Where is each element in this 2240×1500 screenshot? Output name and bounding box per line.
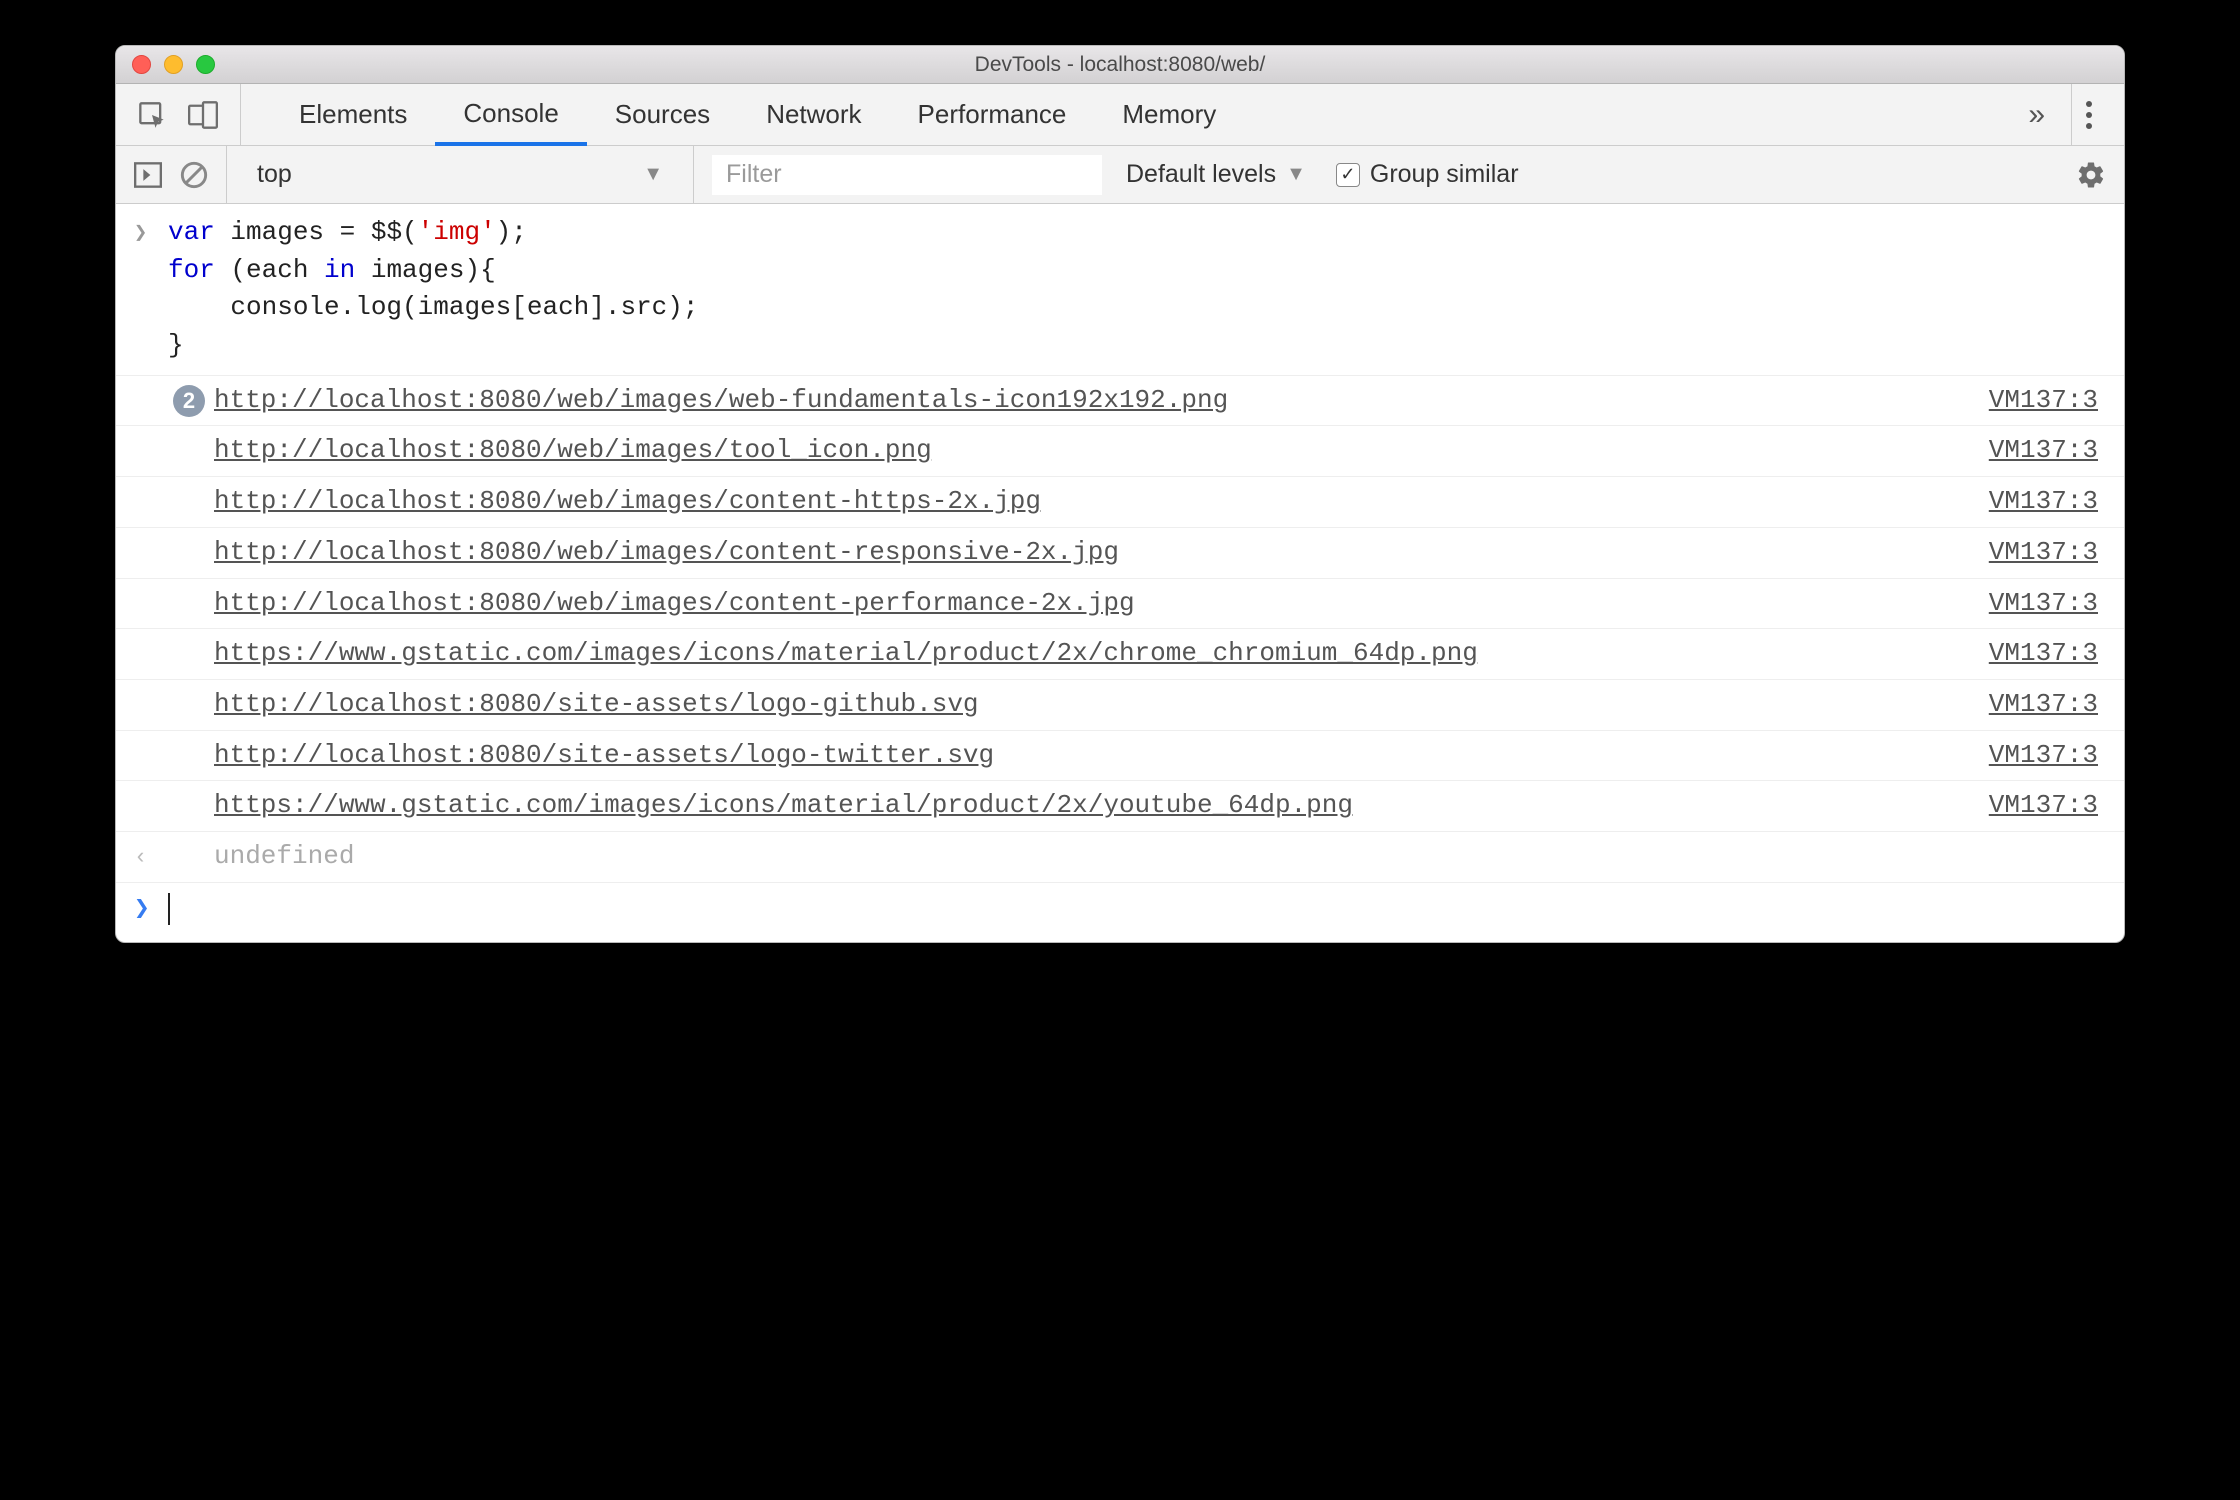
return-value: undefined — [210, 838, 2106, 876]
chevron-down-icon: ▼ — [1286, 163, 1306, 186]
log-source-link[interactable]: VM137:3 — [1989, 534, 2106, 572]
panel-tabs: ElementsConsoleSourcesNetworkPerformance… — [241, 84, 1994, 145]
tab-memory[interactable]: Memory — [1094, 84, 1244, 145]
console-settings-icon[interactable] — [2076, 160, 2106, 190]
code-snippet: var images = $$('img'); for (each in ima… — [168, 214, 2094, 365]
tab-network[interactable]: Network — [738, 84, 889, 145]
clear-console-icon[interactable] — [180, 161, 208, 189]
group-similar-toggle[interactable]: ✓ Group similar — [1330, 160, 1525, 189]
prompt-chevron-icon: ❯ — [134, 891, 168, 929]
output-chevron-icon: ‹ — [134, 838, 168, 874]
console-prompt[interactable]: ❯ — [116, 883, 2124, 943]
filter-input[interactable] — [712, 155, 1102, 195]
close-window-button[interactable] — [132, 55, 151, 74]
log-levels-label: Default levels — [1126, 160, 1276, 189]
devtools-window: DevTools - localhost:8080/web/ ElementsC… — [115, 45, 2125, 943]
minimize-window-button[interactable] — [164, 55, 183, 74]
log-message-link[interactable]: http://localhost:8080/web/images/web-fun… — [214, 385, 1228, 415]
console-log-row: https://www.gstatic.com/images/icons/mat… — [116, 781, 2124, 832]
checkbox-checked-icon: ✓ — [1336, 163, 1360, 187]
log-source-link[interactable]: VM137:3 — [1989, 382, 2106, 420]
window-controls — [116, 55, 215, 74]
log-levels-select[interactable]: Default levels ▼ — [1120, 160, 1312, 189]
log-message-link[interactable]: http://localhost:8080/web/images/content… — [214, 588, 1135, 618]
console-return-row: ‹ undefined — [116, 832, 2124, 883]
console-output: ❯ var images = $$('img'); for (each in i… — [116, 204, 2124, 942]
console-log-row: http://localhost:8080/site-assets/logo-g… — [116, 680, 2124, 731]
console-toolbar: top ▼ Default levels ▼ ✓ Group similar — [116, 146, 2124, 204]
console-log-row: http://localhost:8080/web/images/content… — [116, 579, 2124, 630]
device-toolbar-icon[interactable] — [188, 101, 218, 129]
text-cursor — [168, 893, 170, 925]
log-message-link[interactable]: https://www.gstatic.com/images/icons/mat… — [214, 790, 1353, 820]
log-source-link[interactable]: VM137:3 — [1989, 635, 2106, 673]
panel-tabs-row: ElementsConsoleSourcesNetworkPerformance… — [116, 84, 2124, 146]
console-log-row: https://www.gstatic.com/images/icons/mat… — [116, 629, 2124, 680]
console-log-row: http://localhost:8080/web/images/tool_ic… — [116, 426, 2124, 477]
tab-console[interactable]: Console — [435, 84, 586, 146]
log-message-link[interactable]: http://localhost:8080/site-assets/logo-g… — [214, 689, 979, 719]
group-similar-label: Group similar — [1370, 160, 1519, 189]
log-source-link[interactable]: VM137:3 — [1989, 787, 2106, 825]
log-message-link[interactable]: http://localhost:8080/web/images/content… — [214, 537, 1119, 567]
log-source-link[interactable]: VM137:3 — [1989, 432, 2106, 470]
execution-context-value: top — [257, 160, 292, 189]
console-log-row: 2 http://localhost:8080/web/images/web-fu… — [116, 376, 2124, 427]
log-message-link[interactable]: http://localhost:8080/web/images/content… — [214, 486, 1041, 516]
execution-context-select[interactable]: top ▼ — [245, 160, 675, 189]
zoom-window-button[interactable] — [196, 55, 215, 74]
log-source-link[interactable]: VM137:3 — [1989, 737, 2106, 775]
settings-menu-icon[interactable] — [2071, 84, 2106, 145]
tab-sources[interactable]: Sources — [587, 84, 738, 145]
log-source-link[interactable]: VM137:3 — [1989, 686, 2106, 724]
log-message-link[interactable]: https://www.gstatic.com/images/icons/mat… — [214, 638, 1478, 668]
console-input-history: ❯ var images = $$('img'); for (each in i… — [116, 204, 2124, 376]
log-source-link[interactable]: VM137:3 — [1989, 585, 2106, 623]
chevron-down-icon: ▼ — [643, 163, 663, 186]
log-message-link[interactable]: http://localhost:8080/web/images/tool_ic… — [214, 435, 932, 465]
window-title: DevTools - localhost:8080/web/ — [116, 53, 2124, 77]
console-log-row: http://localhost:8080/web/images/content… — [116, 528, 2124, 579]
inspect-controls — [116, 84, 241, 145]
repeat-count-badge: 2 — [173, 385, 205, 417]
inspect-element-icon[interactable] — [138, 101, 166, 129]
input-chevron-icon: ❯ — [134, 214, 168, 250]
tab-elements[interactable]: Elements — [271, 84, 435, 145]
toggle-sidebar-icon[interactable] — [134, 162, 162, 188]
log-source-link[interactable]: VM137:3 — [1989, 483, 2106, 521]
tab-performance[interactable]: Performance — [890, 84, 1095, 145]
more-tabs-icon[interactable]: » — [2012, 98, 2061, 132]
log-message-link[interactable]: http://localhost:8080/site-assets/logo-t… — [214, 740, 994, 770]
titlebar: DevTools - localhost:8080/web/ — [116, 46, 2124, 84]
tabs-overflow: » — [1994, 84, 2124, 145]
console-log-row: http://localhost:8080/web/images/content… — [116, 477, 2124, 528]
console-log-row: http://localhost:8080/site-assets/logo-t… — [116, 731, 2124, 782]
